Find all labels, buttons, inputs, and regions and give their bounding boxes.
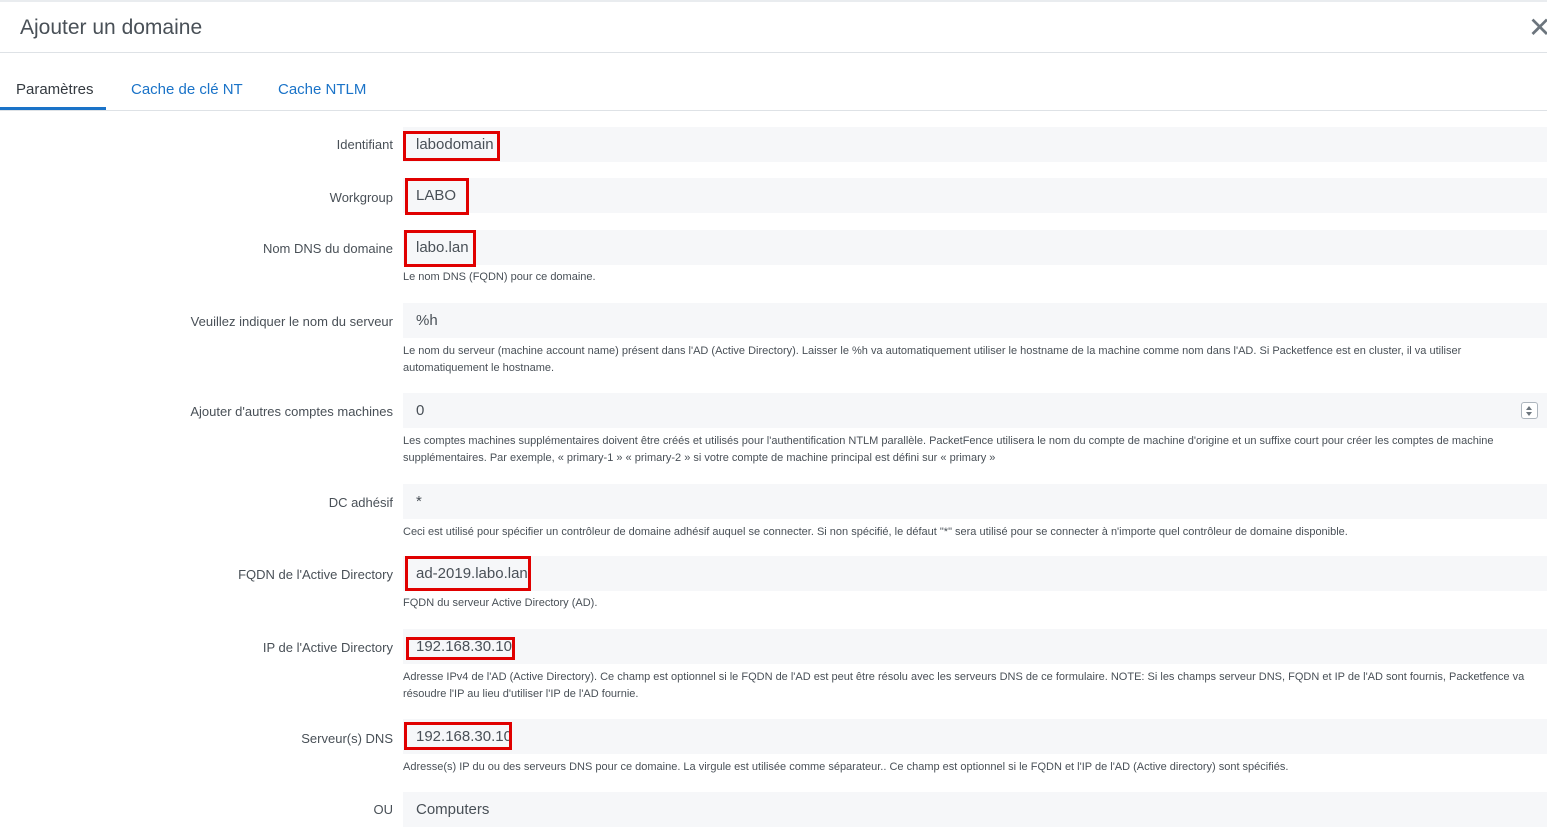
- extra-accounts-input[interactable]: 0: [403, 393, 1547, 428]
- dns-name-input[interactable]: labo.lan: [403, 230, 1547, 265]
- server-name-label: Veuillez indiquer le nom du serveur: [190, 314, 393, 329]
- ou-label: OU: [373, 802, 394, 817]
- identifiant-label: Identifiant: [336, 137, 393, 152]
- ou-input[interactable]: Computers: [403, 792, 1547, 827]
- active-tab-indicator: [0, 107, 106, 110]
- dns-name-label: Nom DNS du domaine: [262, 241, 393, 256]
- sticky-dc-input[interactable]: *: [403, 484, 1547, 519]
- tab-bar: Paramètres Cache de clé NT Cache NTLM: [0, 54, 1547, 111]
- server-name-input[interactable]: %h: [403, 303, 1547, 338]
- ad-fqdn-input[interactable]: ad-2019.labo.lan: [403, 556, 1547, 591]
- dns-name-help: Le nom DNS (FQDN) pour ce domaine.: [403, 271, 596, 283]
- dns-servers-help: Adresse(s) IP du ou des serveurs DNS pou…: [403, 761, 1289, 773]
- modal-title: Ajouter un domaine: [20, 16, 203, 39]
- sticky-dc-label: DC adhésif: [328, 495, 393, 510]
- identifiant-input[interactable]: labodomain: [403, 127, 1547, 162]
- tab-cache-ntlm[interactable]: Cache NTLM: [278, 81, 366, 98]
- ad-fqdn-label: FQDN de l'Active Directory: [238, 567, 393, 582]
- tab-parametres[interactable]: Paramètres: [16, 81, 94, 98]
- ad-ip-help: Adresse IPv4 de l'AD (Active Directory).…: [403, 671, 1525, 700]
- ad-fqdn-help: FQDN du serveur Active Directory (AD).: [403, 597, 598, 609]
- number-spinner-icon[interactable]: [1521, 402, 1538, 419]
- tab-cache-cle-nt[interactable]: Cache de clé NT: [131, 81, 243, 98]
- dns-servers-input[interactable]: 192.168.30.10: [403, 719, 1547, 754]
- extra-accounts-help: Les comptes machines supplémentaires doi…: [403, 435, 1494, 464]
- close-icon[interactable]: ✕: [1528, 14, 1547, 42]
- modal-header: Ajouter un domaine ✕: [0, 2, 1547, 53]
- sticky-dc-help: Ceci est utilisé pour spécifier un contr…: [403, 526, 1348, 538]
- dns-servers-label: Serveur(s) DNS: [301, 731, 393, 746]
- workgroup-input[interactable]: LABO: [403, 178, 1547, 213]
- ad-ip-label: IP de l'Active Directory: [262, 640, 393, 655]
- extra-accounts-label: Ajouter d'autres comptes machines: [190, 404, 393, 419]
- workgroup-label: Workgroup: [329, 190, 393, 205]
- server-name-help: Le nom du serveur (machine account name)…: [403, 345, 1462, 374]
- ad-ip-input[interactable]: 192.168.30.10: [403, 629, 1547, 664]
